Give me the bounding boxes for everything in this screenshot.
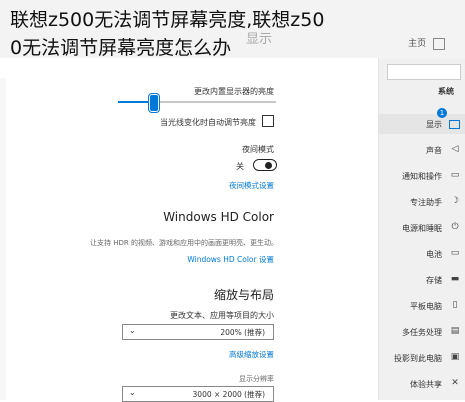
sidebar-item-label: 通知和操作 [402, 172, 442, 181]
battery-icon: ▭ [450, 248, 460, 258]
overlay-caption: 联想z500无法调节屏幕亮度,联想z50 0无法调节屏幕亮度怎么办 [10, 6, 459, 62]
sidebar-item-storage[interactable]: 存储 ▬ [379, 270, 465, 290]
sidebar-item-label: 显示 [426, 120, 442, 129]
hdr-header: Windows HD Color [163, 210, 274, 224]
scrollbar[interactable] [0, 78, 6, 400]
sidebar-item-sound[interactable]: 声音 ◁ [379, 140, 465, 160]
monitor-icon [449, 120, 460, 129]
sidebar-header: 系统 [438, 87, 454, 96]
toggle-knob [265, 161, 272, 169]
sidebar-item-power[interactable]: 电源和睡眠 ⏻ [379, 218, 465, 238]
multitask-icon: ▤ [450, 326, 460, 336]
auto-brightness-checkbox[interactable] [262, 115, 274, 127]
sidebar-item-label: 多任务处理 [402, 328, 442, 337]
night-light-settings-link[interactable]: 夜间模式设置 [229, 180, 274, 191]
notification-icon: ▭ [450, 170, 460, 180]
night-light-header: 夜间模式 [242, 145, 274, 154]
chevron-down-icon: ⌄ [129, 326, 136, 335]
chevron-down-icon: ⌄ [129, 388, 136, 397]
storage-icon: ▬ [450, 274, 460, 284]
auto-brightness-label: 当光线变化时自动调节亮度 [160, 118, 256, 127]
brightness-slider-thumb[interactable] [149, 94, 159, 112]
scale-label: 更改文本、应用等项目的大小 [170, 311, 274, 320]
sidebar-item-notifications[interactable]: 通知和操作 ▭ [379, 166, 465, 186]
sidebar: 系统 显示 声音 ◁ 通知和操作 ▭ 专注助手 ☽ 电源和睡眠 ⏻ 电池 ▭ 存… [378, 58, 465, 400]
sidebar-item-multitasking[interactable]: 多任务处理 ▤ [379, 322, 465, 342]
sidebar-item-label: 平板电脑 [410, 302, 442, 311]
search-input[interactable] [387, 64, 461, 80]
tablet-icon: ▯ [452, 300, 458, 310]
sidebar-item-projecting[interactable]: 投影到此电脑 ▣ [379, 348, 465, 368]
caption-line-1: 联想z500无法调节屏幕亮度,联想z50 [10, 9, 325, 31]
sidebar-item-label: 存储 [426, 276, 442, 285]
caption-line-2: 0无法调节屏幕亮度怎么办 [10, 37, 232, 59]
main-content: 更改内置显示器的亮度 当光线变化时自动调节亮度 夜间模式 关 夜间模式设置 Wi… [0, 58, 378, 402]
sidebar-item-label: 电池 [426, 250, 442, 259]
sidebar-item-label: 电源和睡眠 [402, 224, 442, 233]
sidebar-item-label: 专注助手 [410, 198, 442, 207]
scale-dropdown[interactable]: ⌄ 200% (推荐) [122, 324, 274, 340]
hdr-description: 让支持 HDR 的视频、游戏和应用中的画面更明亮、更生动。 [90, 239, 278, 247]
scale-layout-header: 缩放与布局 [213, 288, 274, 302]
hdr-settings-link[interactable]: Windows HD Color 设置 [187, 254, 274, 265]
brightness-label: 更改内置显示器的亮度 [194, 87, 274, 96]
night-light-toggle[interactable] [253, 159, 277, 171]
brightness-slider-fill [118, 101, 153, 103]
sidebar-item-label: 体验共享 [410, 380, 442, 389]
sidebar-item-display[interactable]: 显示 [379, 114, 465, 134]
sidebar-item-shared[interactable]: 体验共享 ✕ [379, 374, 465, 394]
scale-value: 200% (推荐) [220, 328, 265, 337]
sidebar-item-label: 声音 [426, 146, 442, 155]
resolution-label: 显示分辨率 [239, 375, 274, 383]
share-icon: ✕ [451, 378, 459, 388]
sidebar-item-focus[interactable]: 专注助手 ☽ [379, 192, 465, 212]
night-light-state: 关 [236, 162, 244, 171]
notification-badge: 1 [437, 108, 447, 118]
resolution-value: 3000 × 2000 (推荐) [192, 390, 265, 399]
sound-icon: ◁ [451, 144, 459, 154]
power-icon: ⏻ [451, 222, 459, 232]
project-icon: ▣ [450, 352, 460, 362]
sidebar-item-label: 投影到此电脑 [394, 354, 442, 363]
moon-icon: ☽ [450, 196, 460, 206]
sidebar-item-tablet[interactable]: 平板电脑 ▯ [379, 296, 465, 316]
sidebar-item-battery[interactable]: 电池 ▭ [379, 244, 465, 264]
advanced-scaling-link[interactable]: 高级缩放设置 [229, 349, 274, 360]
